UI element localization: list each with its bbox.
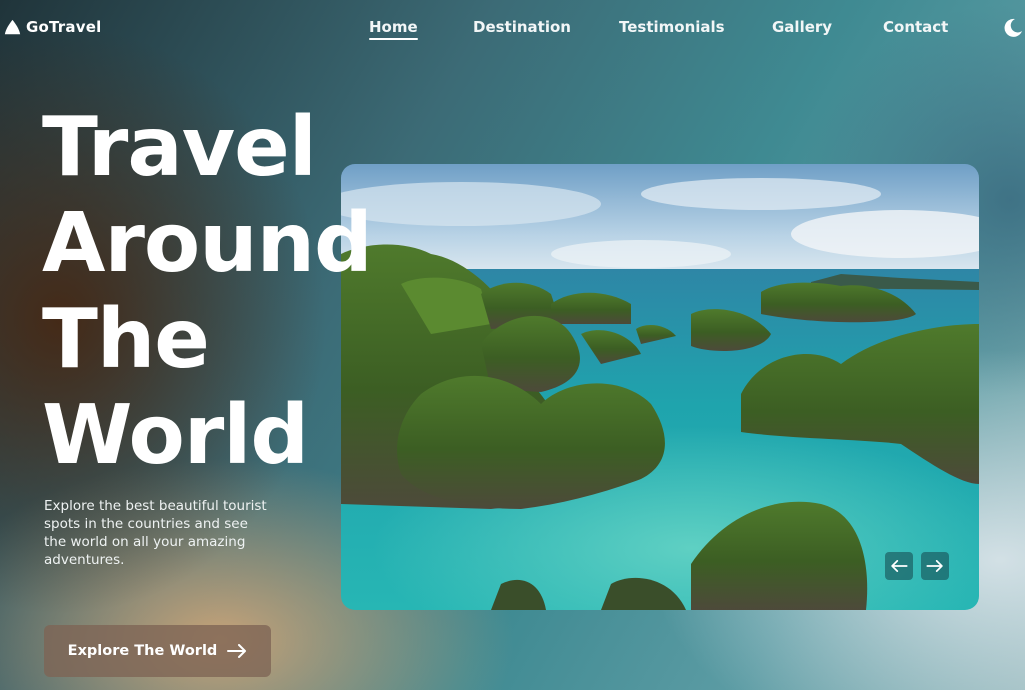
explore-button[interactable]: Explore The World [44, 625, 271, 677]
carousel-controls [885, 552, 949, 580]
hero-title-line: Around [42, 196, 373, 291]
arrow-right-icon [926, 560, 943, 572]
carousel-next-button[interactable] [921, 552, 949, 580]
nav-testimonials[interactable]: Testimonials [619, 18, 725, 36]
hero-title: Travel Around The World [42, 100, 402, 484]
hero-title-line: The [42, 292, 210, 387]
explore-button-label: Explore The World [67, 643, 218, 659]
nav-home[interactable]: Home [369, 18, 418, 40]
moon-icon[interactable] [1000, 16, 1024, 40]
tropical-islands-lagoon-photo [341, 164, 979, 610]
nav-destination[interactable]: Destination [473, 18, 571, 36]
nav-contact[interactable]: Contact [883, 18, 948, 36]
nav-gallery[interactable]: Gallery [772, 18, 832, 36]
arrow-left-icon [891, 560, 908, 572]
arrow-right-icon [227, 644, 247, 658]
hero-title-line: Travel [42, 100, 317, 195]
carousel-image [341, 164, 979, 610]
top-navigation: GoTravel Home Destination Testimonials G… [0, 0, 1025, 58]
hero-title-line: World [42, 388, 309, 483]
nav-links: Home Destination Testimonials Gallery Co… [0, 18, 1025, 42]
hero-description: Explore the best beautiful tourist spots… [44, 498, 267, 568]
carousel-prev-button[interactable] [885, 552, 913, 580]
